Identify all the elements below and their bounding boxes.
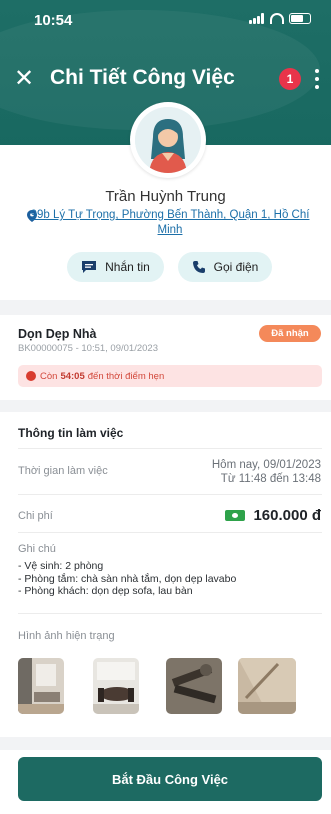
bottom-bar: Bắt Đầu Công Việc	[0, 750, 331, 814]
cash-icon	[225, 510, 246, 521]
countdown-prefix: Còn	[40, 370, 58, 382]
status-bar: 10:54	[0, 0, 331, 40]
divider	[18, 613, 322, 614]
status-photo[interactable]	[18, 658, 64, 714]
note-item: - Phòng tắm: chà sàn nhà tắm, dọn dẹp la…	[18, 572, 237, 585]
booking-code: BK00000075 - 10:51, 09/01/2023	[18, 343, 158, 354]
avatar	[130, 102, 206, 178]
avatar-image	[135, 107, 201, 173]
work-time-value: Hôm nay, 09/01/2023 Từ 11:48 đến 13:48	[212, 458, 321, 486]
cost-amount: 160.000 đ	[253, 507, 321, 524]
cost-value: 160.000 đ	[225, 507, 321, 524]
work-info-section: Thông tin làm việc Thời gian làm việc Hô…	[0, 412, 331, 737]
photos-label: Hình ảnh hiện trạng	[18, 630, 115, 642]
signal-icon	[249, 13, 265, 24]
message-button[interactable]: Nhắn tin	[67, 252, 164, 282]
start-job-button[interactable]: Bắt Đầu Công Việc	[18, 757, 322, 801]
nav-bar: ✕ Chi Tiết Công Việc 1	[0, 62, 331, 98]
notes-list: - Vệ sinh: 2 phòng - Phòng tắm: chà sàn …	[18, 560, 236, 598]
close-icon[interactable]: ✕	[14, 65, 34, 93]
work-date: Hôm nay, 09/01/2023	[211, 459, 321, 471]
status-icons	[249, 13, 311, 24]
countdown-suffix: đến thời điểm hẹn	[87, 370, 165, 382]
message-label: Nhắn tin	[105, 260, 150, 274]
battery-icon	[289, 13, 311, 24]
countdown-banner: Còn 54:05 đến thời điểm hẹn	[18, 365, 322, 387]
countdown-time: 54:05	[60, 370, 85, 382]
more-options-icon[interactable]	[315, 69, 319, 89]
clock-icon	[26, 371, 36, 381]
divider	[18, 532, 322, 533]
note-item: - Phòng khách: dọn dẹp sofa, lau bàn	[18, 585, 193, 597]
notification-badge[interactable]: 1	[279, 68, 301, 90]
customer-name: Trần Huỳnh Trung	[105, 188, 226, 205]
job-title: Dọn Dẹp Nhà	[18, 327, 97, 341]
divider	[18, 494, 322, 495]
message-icon	[82, 261, 97, 273]
notes-label: Ghi chú	[18, 543, 56, 555]
wifi-icon	[270, 13, 284, 24]
customer-address[interactable]: 99b Lý Tự Trọng, Phường Bến Thành, Quận …	[30, 208, 310, 238]
status-time: 10:54	[34, 12, 73, 29]
call-button[interactable]: Gọi điện	[178, 252, 272, 282]
phone-icon	[192, 261, 205, 273]
cost-label: Chi phí	[18, 510, 53, 522]
call-label: Gọi điện	[213, 260, 259, 274]
job-section: Dọn Dẹp Nhà BK00000075 - 10:51, 09/01/20…	[0, 315, 331, 400]
divider	[18, 448, 322, 449]
status-photo[interactable]	[166, 658, 222, 714]
status-photo[interactable]	[93, 658, 139, 714]
work-hours: Từ 11:48 đến 13:48	[220, 473, 321, 485]
work-time-label: Thời gian làm việc	[18, 465, 108, 477]
page-title: Chi Tiết Công Việc	[50, 66, 235, 89]
status-badge: Đã nhận	[259, 325, 321, 342]
work-info-title: Thông tin làm việc	[18, 426, 124, 440]
note-item: - Vệ sinh: 2 phòng	[18, 560, 104, 572]
status-photo[interactable]	[238, 658, 296, 714]
